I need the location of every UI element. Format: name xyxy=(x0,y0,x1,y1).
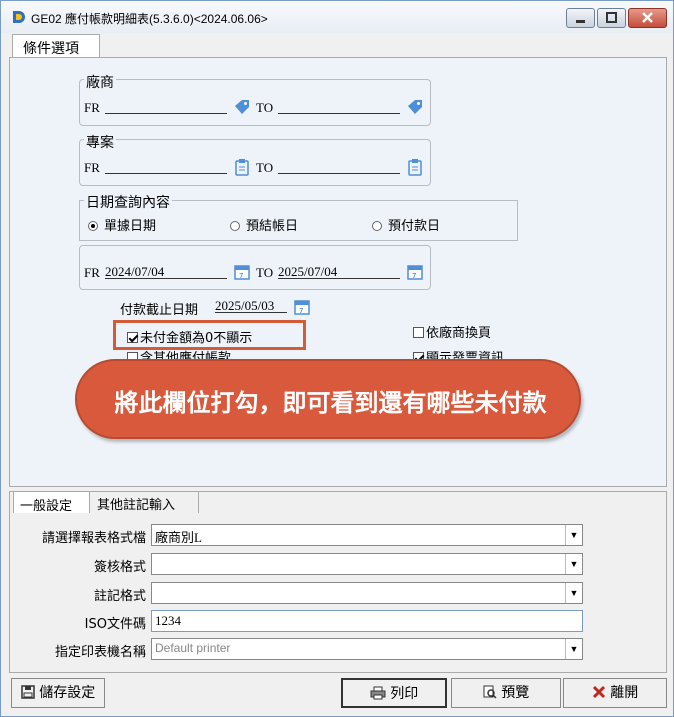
save-settings-button[interactable]: 儲存設定 xyxy=(11,678,105,708)
vendor-group: 廠商 FR TO xyxy=(79,72,431,126)
tag-icon[interactable] xyxy=(233,98,251,116)
vendor-to-input[interactable] xyxy=(278,99,400,114)
chevron-down-icon[interactable]: ▼ xyxy=(565,525,582,545)
checkbox-page-by-vendor[interactable]: 依廠商換頁 xyxy=(413,322,491,341)
project-to-input[interactable] xyxy=(278,159,400,174)
chevron-down-icon[interactable]: ▼ xyxy=(565,639,582,659)
format-label: 請選擇報表格式檔 xyxy=(41,531,146,546)
print-button[interactable]: 列印 xyxy=(341,678,447,708)
checkbox-box[interactable] xyxy=(413,327,424,338)
maximize-icon xyxy=(606,12,617,23)
radio-dot[interactable] xyxy=(372,221,382,231)
leave-button[interactable]: 離開 xyxy=(563,678,667,708)
checkbox-label: 依廠商換頁 xyxy=(426,326,492,341)
print-label: 列印 xyxy=(390,686,419,702)
format-value: 廠商別L xyxy=(155,530,202,545)
checkbox-show-invoice[interactable]: 顯示發票資訊 xyxy=(413,347,504,359)
calendar-icon[interactable]: 7 xyxy=(406,263,424,281)
radio-dot[interactable] xyxy=(230,221,240,231)
title-bar: GE02 應付帳款明細表(5.3.6.0)<2024.06.06> xyxy=(1,1,673,33)
close-icon xyxy=(592,685,605,699)
annotation-callout: 將此欄位打勾，即可看到還有哪些未付款 xyxy=(75,359,581,439)
date-to-label: TO xyxy=(256,265,274,280)
magnifier-icon xyxy=(483,685,497,699)
date-query-group: 日期查詢內容 單據日期 預結帳日 預付款日 xyxy=(79,192,518,241)
printer-select[interactable]: Default printer ▼ xyxy=(151,638,583,660)
vendor-legend: 廠商 xyxy=(84,72,116,92)
save-label: 儲存設定 xyxy=(39,685,96,701)
cutoff-label: 付款截止日期 xyxy=(120,303,199,318)
checkbox-label: 顯示發票資訊 xyxy=(426,351,505,359)
date-fr-label: FR xyxy=(84,265,100,280)
report-window: GE02 應付帳款明細表(5.3.6.0)<2024.06.06> 條件選項 廠… xyxy=(0,0,674,717)
leave-label: 離開 xyxy=(610,685,639,701)
iso-input[interactable]: 1234 xyxy=(151,610,583,632)
format-select[interactable]: 廠商別L ▼ xyxy=(151,524,583,546)
checkbox-box[interactable] xyxy=(127,352,138,359)
vendor-to-label: TO xyxy=(256,100,274,115)
radio-label: 預結帳日 xyxy=(246,219,299,234)
cutoff-input[interactable]: 2025/05/03 xyxy=(215,298,287,313)
project-group: 專案 FR TO xyxy=(79,132,431,186)
vendor-fr-label: FR xyxy=(84,100,100,115)
radio-label: 預付款日 xyxy=(388,219,441,234)
preview-button[interactable]: 預覽 xyxy=(451,678,561,708)
close-icon xyxy=(642,12,653,23)
sign-format-select[interactable]: ▼ xyxy=(151,553,583,575)
tab-conditions[interactable]: 條件選項 xyxy=(12,34,100,58)
radio-dot[interactable] xyxy=(88,221,98,231)
clipboard-icon[interactable] xyxy=(406,158,424,176)
note-format-label: 註記格式 xyxy=(93,589,146,604)
tag-icon[interactable] xyxy=(406,98,424,116)
svg-text:7: 7 xyxy=(412,272,416,280)
chevron-down-icon[interactable]: ▼ xyxy=(565,583,582,603)
note-format-select[interactable]: ▼ xyxy=(151,582,583,604)
radio-label: 單據日期 xyxy=(104,219,157,234)
printer-label: 指定印表機名稱 xyxy=(54,645,146,660)
clipboard-icon[interactable] xyxy=(233,158,251,176)
preview-label: 預覽 xyxy=(501,685,530,701)
project-to-label: TO xyxy=(256,160,274,175)
svg-text:7: 7 xyxy=(299,307,303,315)
floppy-icon xyxy=(21,685,35,699)
project-fr-label: FR xyxy=(84,160,100,175)
highlight-box xyxy=(113,320,306,350)
project-legend: 專案 xyxy=(84,132,116,152)
project-from-input[interactable] xyxy=(105,159,227,174)
radio-payment-date[interactable]: 預付款日 xyxy=(372,215,440,234)
checkbox-label: 含其他應付帳款 xyxy=(140,351,232,359)
app-logo-icon xyxy=(13,11,25,23)
close-button[interactable] xyxy=(628,8,667,28)
tab-other-notes[interactable]: 其他註記輸入 xyxy=(91,491,199,513)
tab-general-settings[interactable]: 一般設定 xyxy=(13,491,90,514)
date-from-input[interactable]: 2024/07/04 xyxy=(105,264,227,279)
checkbox-box[interactable] xyxy=(413,352,424,359)
calendar-icon[interactable]: 7 xyxy=(233,263,251,281)
date-to-input[interactable]: 2025/07/04 xyxy=(278,264,400,279)
printer-value: Default printer xyxy=(155,641,231,655)
iso-label: ISO文件碼 xyxy=(84,617,146,632)
radio-closing-date[interactable]: 預結帳日 xyxy=(230,215,298,234)
sign-format-label: 簽核格式 xyxy=(93,560,146,575)
minimize-icon xyxy=(576,20,585,23)
date-range-group: FR 2024/07/04 7 TO 2025/07/04 7 xyxy=(79,245,431,290)
svg-text:7: 7 xyxy=(239,272,243,280)
chevron-down-icon[interactable]: ▼ xyxy=(565,554,582,574)
window-title: GE02 應付帳款明細表(5.3.6.0)<2024.06.06> xyxy=(31,12,268,26)
calendar-icon[interactable]: 7 xyxy=(293,298,311,316)
vendor-from-input[interactable] xyxy=(105,99,227,114)
maximize-button[interactable] xyxy=(597,8,626,28)
minimize-button[interactable] xyxy=(566,8,595,28)
printer-icon xyxy=(370,686,386,700)
date-query-legend: 日期查詢內容 xyxy=(84,192,172,212)
radio-document-date[interactable]: 單據日期 xyxy=(88,215,156,234)
